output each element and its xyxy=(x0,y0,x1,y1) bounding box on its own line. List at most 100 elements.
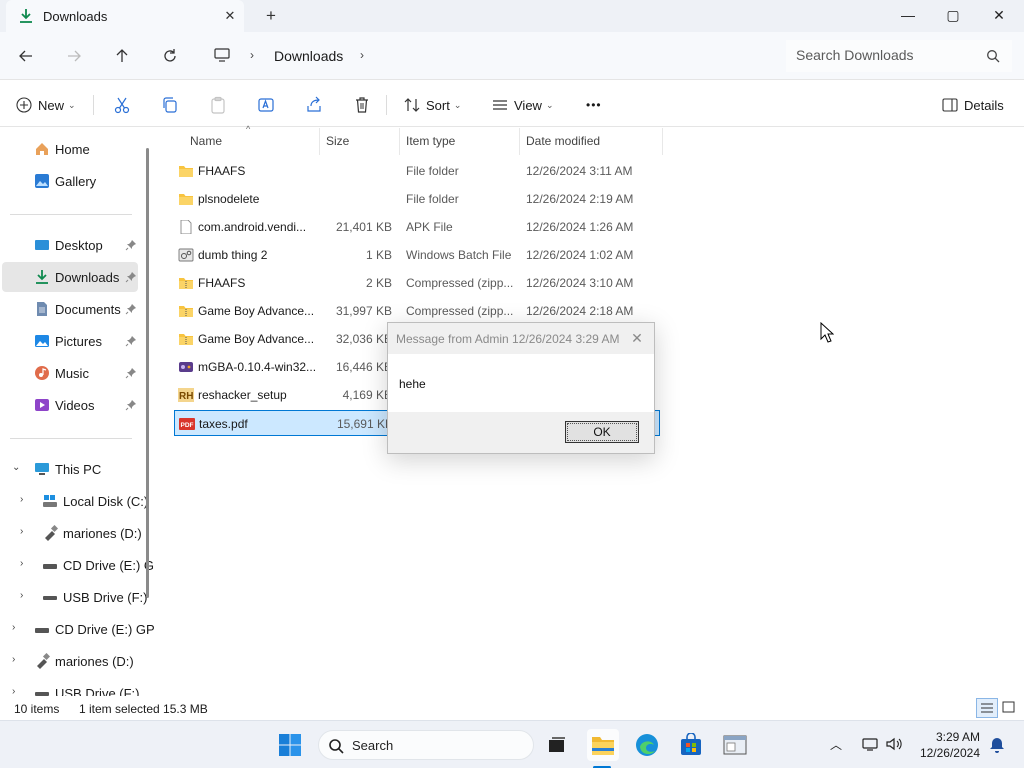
chevron-right-icon[interactable]: › xyxy=(360,48,364,62)
chevron-right-icon[interactable]: › xyxy=(20,526,23,537)
sidebar-item-downloads[interactable]: Downloads xyxy=(2,262,138,292)
sidebar-item-this-pc[interactable]: ⌄ This PC xyxy=(2,454,138,484)
file-row[interactable]: FHAAFS 2 KB Compressed (zipp... 12/26/20… xyxy=(174,270,660,296)
file-row[interactable]: plsnodelete File folder 12/26/2024 2:19 … xyxy=(174,186,660,212)
chevron-up-icon[interactable]: ︿ xyxy=(830,736,842,753)
computer-icon xyxy=(214,48,230,62)
sidebar-item-usb-drive[interactable]: › USB Drive (F:) xyxy=(2,582,148,612)
sidebar-item-gallery[interactable]: Gallery xyxy=(2,166,138,196)
task-view-button[interactable] xyxy=(541,729,573,761)
share-button[interactable] xyxy=(305,93,323,117)
sidebar-item-home[interactable]: Home xyxy=(2,134,138,164)
clock-time[interactable]: 3:29 AM xyxy=(920,730,980,744)
copy-button[interactable] xyxy=(161,93,179,117)
chevron-right-icon[interactable]: › xyxy=(12,654,15,665)
chevron-right-icon[interactable]: › xyxy=(20,494,23,505)
tab-close-button[interactable]: ✕ xyxy=(220,6,240,26)
chevron-right-icon[interactable]: › xyxy=(20,590,23,601)
column-header-size[interactable]: Size xyxy=(326,134,349,148)
sidebar-item-music[interactable]: Music xyxy=(2,358,138,388)
clock-date[interactable]: 12/26/2024 xyxy=(908,746,980,760)
paste-button[interactable] xyxy=(209,93,227,117)
pin-icon[interactable] xyxy=(125,303,137,315)
column-divider[interactable] xyxy=(399,128,400,155)
message-dialog: Message from Admin 12/26/2024 3:29 AM ✕ … xyxy=(387,322,655,454)
sidebar-item-mariones-root[interactable]: › mariones (D:) xyxy=(2,646,138,676)
view-button[interactable]: View ⌄ xyxy=(492,93,554,117)
network-icon[interactable] xyxy=(861,735,879,753)
taskbar-search[interactable]: Search xyxy=(318,730,534,760)
details-button[interactable]: Details xyxy=(942,93,1004,117)
column-divider[interactable] xyxy=(519,128,520,155)
edge-taskbar-button[interactable] xyxy=(631,729,663,761)
chevron-down-icon[interactable]: ⌄ xyxy=(12,462,20,473)
pin-icon[interactable] xyxy=(125,367,137,379)
details-view-toggle[interactable] xyxy=(976,698,998,718)
sidebar-item-cd-drive[interactable]: › CD Drive (E:) G xyxy=(2,550,154,580)
chevron-right-icon[interactable]: › xyxy=(20,558,23,569)
new-tab-button[interactable]: + xyxy=(260,5,282,27)
file-row[interactable]: FHAAFS File folder 12/26/2024 3:11 AM xyxy=(174,158,660,184)
chevron-right-icon[interactable]: › xyxy=(12,686,15,696)
tiles-view-icon xyxy=(1002,701,1015,713)
file-row[interactable]: Game Boy Advance... 31,997 KB Compressed… xyxy=(174,298,660,324)
column-header-type[interactable]: Item type xyxy=(406,134,455,148)
pin-icon[interactable] xyxy=(125,399,137,411)
dialog-close-button[interactable]: ✕ xyxy=(628,329,646,347)
pin-icon[interactable] xyxy=(125,239,137,251)
search-box[interactable] xyxy=(786,40,1012,72)
back-button[interactable] xyxy=(14,44,38,68)
store-taskbar-button[interactable] xyxy=(675,729,707,761)
file-name: com.android.vendi... xyxy=(198,220,307,234)
file-date: 12/26/2024 2:18 AM xyxy=(526,304,634,318)
chevron-right-icon[interactable]: › xyxy=(250,48,254,62)
minimize-button[interactable]: — xyxy=(885,0,931,30)
tiles-view-toggle[interactable] xyxy=(998,698,1020,718)
sort-button[interactable]: Sort ⌄ xyxy=(404,93,461,117)
more-icon: ••• xyxy=(586,98,602,112)
chevron-right-icon[interactable]: › xyxy=(12,622,15,633)
pin-icon[interactable] xyxy=(125,335,137,347)
file-explorer-taskbar-button[interactable] xyxy=(587,729,619,761)
refresh-button[interactable] xyxy=(158,44,182,68)
file-type: APK File xyxy=(406,220,453,234)
column-header-date[interactable]: Date modified xyxy=(526,134,600,148)
mouse-pointer-icon xyxy=(820,322,834,343)
new-button[interactable]: New ⌄ xyxy=(16,93,76,117)
ok-button[interactable]: OK xyxy=(565,421,639,443)
address-bar[interactable]: › Downloads › xyxy=(202,40,776,72)
sidebar-item-documents[interactable]: Documents xyxy=(2,294,138,324)
search-icon xyxy=(329,739,344,754)
start-button[interactable] xyxy=(274,729,306,761)
cut-button[interactable] xyxy=(113,93,131,117)
maximize-button[interactable]: ▢ xyxy=(930,0,976,30)
sidebar-item-videos[interactable]: Videos xyxy=(2,390,138,420)
sort-ascending-icon: ^ xyxy=(246,124,251,134)
breadcrumb-downloads[interactable]: Downloads xyxy=(274,48,343,64)
file-row[interactable]: com.android.vendi... 21,401 KB APK File … xyxy=(174,214,660,240)
sidebar-item-pictures[interactable]: Pictures xyxy=(2,326,138,356)
sidebar-item-label: mariones (D:) xyxy=(63,526,142,541)
column-header-name[interactable]: Name xyxy=(190,134,222,148)
tab-downloads[interactable]: Downloads ✕ xyxy=(6,0,244,32)
rename-button[interactable] xyxy=(257,93,275,117)
delete-button[interactable] xyxy=(353,93,371,117)
volume-icon[interactable] xyxy=(885,735,903,753)
sidebar-item-desktop[interactable]: Desktop xyxy=(2,230,138,260)
column-divider[interactable] xyxy=(662,128,663,155)
sidebar-item-local-disk[interactable]: › Local Disk (C:) xyxy=(2,486,148,516)
sidebar-scrollbar[interactable] xyxy=(146,148,149,598)
sidebar-item-usb-drive-root[interactable]: › USB Drive (F:) xyxy=(2,678,140,696)
search-input[interactable] xyxy=(796,47,976,63)
column-divider[interactable] xyxy=(319,128,320,155)
notification-bell-icon[interactable] xyxy=(988,736,1006,754)
forward-button[interactable] xyxy=(62,44,86,68)
sidebar-item-mariones[interactable]: › mariones (D:) xyxy=(2,518,142,548)
file-row[interactable]: dumb thing 2 1 KB Windows Batch File 12/… xyxy=(174,242,660,268)
app-taskbar-button[interactable] xyxy=(719,729,751,761)
up-button[interactable] xyxy=(110,44,134,68)
close-window-button[interactable]: ✕ xyxy=(976,0,1022,30)
sidebar-item-cd-drive-root[interactable]: › CD Drive (E:) GP xyxy=(2,614,155,644)
pin-icon[interactable] xyxy=(125,271,137,283)
more-options-button[interactable]: ••• xyxy=(586,93,602,117)
